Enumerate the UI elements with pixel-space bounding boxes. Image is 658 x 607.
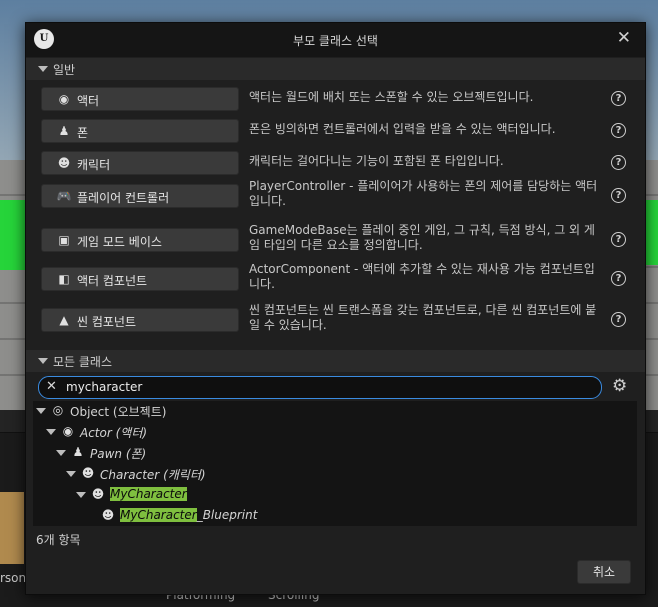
common-class-description: 액터는 월드에 배치 또는 스폰할 수 있는 오브젝트입니다. [249, 90, 534, 104]
cancel-button[interactable]: 취소 [577, 560, 631, 584]
item-count: 6개 항목 [36, 533, 81, 547]
help-icon[interactable]: ? [611, 123, 626, 138]
pick-parent-class-dialog: U 부모 클래스 선택 ✕ 일반 ◉ 액터 액터는 월드에 배치 또는 스폰할 수 … [25, 22, 646, 595]
common-class-label: 씬 컴포넌트 [77, 315, 137, 329]
tree-node-suffix: (오브젝트) [109, 405, 167, 419]
common-class-label: 플레이어 컨트롤러 [77, 191, 170, 205]
help-icon[interactable]: ? [611, 271, 626, 286]
tree-node-label: Pawn (폰) [90, 445, 146, 462]
tree-node-suffix: (폰) [122, 447, 147, 461]
common-class-row: 🎮 플레이어 컨트롤러 PlayerController - 플레이어가 사용하는 … [26, 179, 645, 214]
close-icon[interactable]: ✕ [617, 28, 631, 48]
common-class-row: ▣ 게임 모드 베이스 GameModeBase는 플레이 중인 게임, 그 규칙,… [26, 223, 645, 258]
expand-arrow-icon[interactable] [56, 450, 66, 456]
viewport-green-block-left [0, 200, 26, 270]
common-class-description: ActorComponent - 액터에 추가할 수 있는 재사용 가능 컴포넌… [249, 262, 595, 291]
common-class-button[interactable]: ☻ 캐릭터 [41, 151, 239, 175]
tree-node-name: Pawn [90, 447, 123, 461]
common-class-label: 캐릭터 [77, 158, 111, 172]
all-classes-section-label: 모든 클래스 [53, 355, 113, 369]
all-classes-section-header[interactable]: 모든 클래스 [26, 350, 645, 372]
common-class-description: PlayerController - 플레이어가 사용하는 폰의 제어를 담당하… [249, 179, 598, 208]
class-tree: ◎ Object (오브젝트) ◉ Actor (액터) ♟ Pawn (폰) ☻ Chara… [33, 401, 637, 526]
background-label-left: rson [0, 571, 27, 585]
tree-node-suffix: (액터) [111, 426, 148, 440]
help-icon[interactable]: ? [611, 91, 626, 106]
common-class-button[interactable]: ◉ 액터 [41, 87, 239, 111]
common-class-description: GameModeBase는 플레이 중인 게임, 그 규칙, 득점 방식, 그 … [249, 223, 595, 252]
help-icon[interactable]: ? [611, 232, 626, 247]
pawn-icon: ♟ [58, 124, 70, 138]
gamepad-icon: 🎮 [56, 189, 72, 203]
gear-icon[interactable]: ⚙ [612, 376, 627, 396]
expand-arrow-icon[interactable] [66, 471, 76, 477]
common-class-row: ◉ 액터 액터는 월드에 배치 또는 스폰할 수 있는 오브젝트입니다.? [26, 83, 645, 117]
help-icon[interactable]: ? [611, 188, 626, 203]
game-mode-icon: ▣ [58, 233, 70, 247]
tree-node-suffix: _Blueprint [196, 508, 258, 522]
tree-node-label: Object (오브젝트) [70, 403, 166, 420]
dialog-footer: 취소 [26, 550, 645, 594]
expand-arrow-icon[interactable] [76, 492, 86, 498]
class-search-box: ✕ [38, 376, 602, 399]
common-class-button[interactable]: ◧ 액터 컴포넌트 [41, 267, 239, 291]
collapse-arrow-icon [38, 358, 48, 364]
common-class-description: 캐릭터는 걸어다니는 기능이 포함된 폰 타입입니다. [249, 154, 504, 168]
tree-node-name: Actor [80, 426, 112, 440]
actor-icon: ◉ [58, 92, 70, 106]
dialog-title: 부모 클래스 선택 [293, 34, 378, 48]
scene-component-icon: ▲ [59, 313, 69, 327]
actor-component-icon: ◧ [58, 272, 70, 286]
common-section-header[interactable]: 일반 [26, 58, 645, 80]
common-section-label: 일반 [53, 63, 76, 77]
common-class-button[interactable]: ▲ 씬 컴포넌트 [41, 308, 239, 332]
character-icon: ☻ [81, 466, 95, 480]
tree-node-label: Character (캐릭터) [100, 466, 206, 483]
help-icon[interactable]: ? [611, 312, 626, 327]
tree-node-name: MyCharacter [110, 487, 187, 501]
common-class-row: ▲ 씬 컴포넌트 씬 컴포넌트는 씬 트랜스폼을 갖는 컴포넌트로, 다른 씬 컴포… [26, 303, 645, 338]
common-class-label: 게임 모드 베이스 [77, 235, 162, 249]
common-class-description: 씬 컴포넌트는 씬 트랜스폼을 갖는 컴포넌트로, 다른 씬 컴포넌트에 붙일 … [249, 303, 597, 332]
common-class-label: 액터 컴포넌트 [77, 274, 148, 288]
tree-node-label: MyCharacter [110, 487, 187, 501]
common-class-button[interactable]: ♟ 폰 [41, 119, 239, 143]
character-icon: ☻ [101, 508, 115, 522]
expand-arrow-icon[interactable] [36, 408, 46, 414]
clear-search-icon[interactable]: ✕ [46, 379, 57, 394]
help-icon[interactable]: ? [611, 155, 626, 170]
tree-node-name: MyCharacter [120, 508, 197, 522]
tree-node-name: Object [70, 405, 110, 419]
content-thumbnail [0, 492, 24, 564]
tree-node-label: MyCharacter_Blueprint [120, 508, 257, 522]
tree-node-suffix: (캐릭터) [159, 468, 206, 482]
common-class-description: 폰은 빙의하면 컨트롤러에서 입력을 받을 수 있는 액터입니다. [249, 122, 556, 136]
character-icon: ☻ [91, 487, 105, 501]
expand-arrow-icon[interactable] [46, 429, 56, 435]
dialog-titlebar: U 부모 클래스 선택 ✕ [26, 23, 645, 57]
character-icon: ☻ [57, 156, 71, 170]
common-class-button[interactable]: ▣ 게임 모드 베이스 [41, 228, 239, 252]
common-class-row: ☻ 캐릭터 캐릭터는 걸어다니는 기능이 포함된 폰 타입입니다.? [26, 147, 645, 181]
common-class-row: ◧ 액터 컴포넌트 ActorComponent - 액터에 추가할 수 있는 재사… [26, 262, 645, 297]
common-class-label: 액터 [77, 94, 100, 108]
common-class-label: 폰 [77, 126, 89, 140]
tree-node-label: Actor (액터) [80, 424, 147, 441]
pawn-icon: ♟ [72, 445, 84, 459]
common-class-button[interactable]: 🎮 플레이어 컨트롤러 [41, 184, 239, 208]
common-class-row: ♟ 폰 폰은 빙의하면 컨트롤러에서 입력을 받을 수 있는 액터입니다.? [26, 115, 645, 149]
tree-node-name: Character [100, 468, 160, 482]
collapse-arrow-icon [38, 66, 48, 72]
class-search-input[interactable] [66, 378, 586, 396]
actor-icon: ◉ [62, 424, 74, 438]
object-icon: ◎ [52, 403, 64, 417]
